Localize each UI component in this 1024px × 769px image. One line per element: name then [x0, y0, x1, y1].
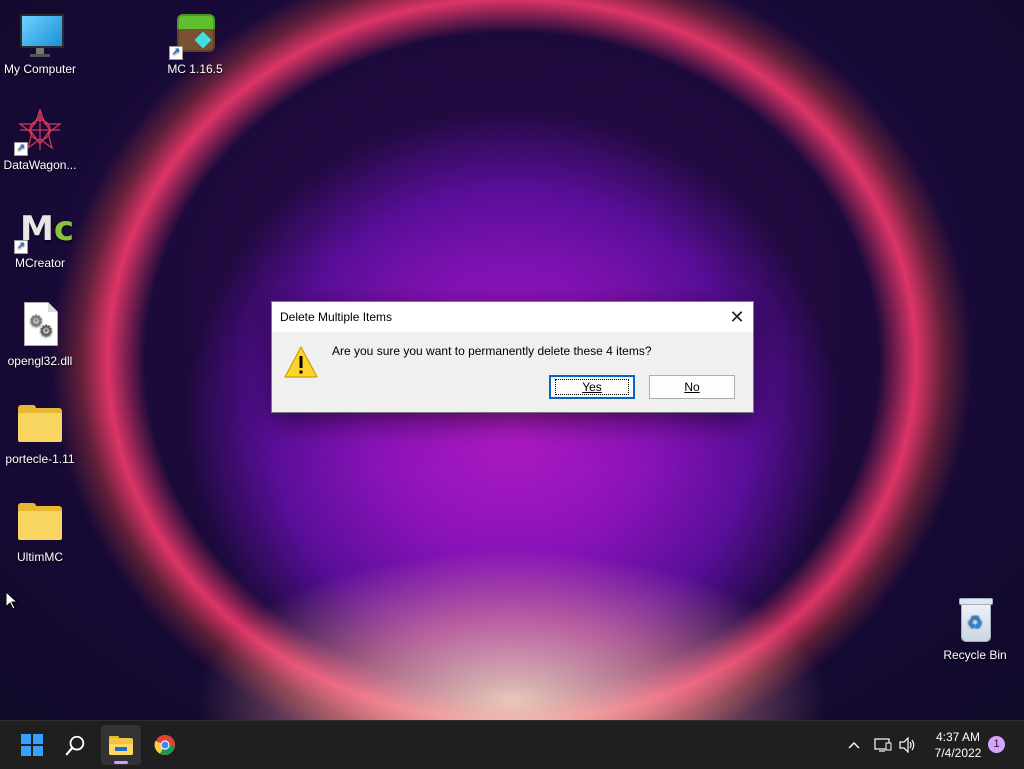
chrome-icon	[154, 734, 176, 756]
taskbar-app-chrome[interactable]	[145, 725, 185, 765]
desktop-icon-mcreator[interactable]: Mc ↗ MCreator	[0, 204, 80, 271]
desktop-icon-opengl32-dll[interactable]: ⚙ ⚙ opengl32.dll	[0, 302, 80, 369]
taskbar-app-file-explorer[interactable]	[101, 725, 141, 765]
dialog-title: Delete Multiple Items	[280, 310, 393, 324]
desktop-icon-datawagon[interactable]: ↗ DataWagon...	[0, 106, 80, 173]
mouse-cursor-icon	[6, 592, 18, 610]
volume-icon[interactable]	[899, 737, 917, 753]
desktop-icon-label: Recycle Bin	[943, 648, 1007, 662]
desktop-icon-my-computer[interactable]: My Computer	[0, 10, 80, 77]
system-clock[interactable]: 4:37 AM 7/4/2022	[924, 729, 992, 761]
dll-file-icon: ⚙ ⚙	[16, 302, 64, 350]
desktop-icon-label: portecle-1.11	[5, 452, 75, 466]
start-button[interactable]	[12, 725, 52, 765]
yes-button[interactable]: Yes	[549, 375, 635, 399]
minecraft-icon: ↗	[169, 10, 219, 60]
active-app-indicator	[114, 761, 128, 764]
dialog-titlebar[interactable]: Delete Multiple Items ✕	[272, 302, 753, 332]
desktop-icon-ultimmc[interactable]: UltimMC	[0, 498, 80, 565]
no-button[interactable]: No	[649, 375, 735, 399]
yes-button-label: Yes	[555, 379, 629, 395]
close-icon[interactable]: ✕	[721, 302, 753, 332]
dialog-message: Are you sure you want to permanently del…	[332, 344, 652, 358]
warning-icon	[284, 346, 318, 378]
datawagon-icon: ↗	[14, 106, 64, 156]
shortcut-arrow-icon: ↗	[169, 46, 183, 60]
desktop-icon-mc-1-16-5[interactable]: ↗ MC 1.16.5	[155, 10, 235, 77]
clock-time: 4:37 AM	[935, 730, 981, 744]
shortcut-arrow-icon: ↗	[14, 240, 28, 254]
shortcut-arrow-icon: ↗	[14, 142, 28, 156]
search-icon	[65, 735, 85, 756]
network-icon[interactable]	[874, 737, 892, 753]
search-button[interactable]	[56, 725, 96, 765]
chevron-up-icon[interactable]	[848, 741, 860, 749]
windows-start-icon	[21, 734, 43, 756]
folder-icon	[16, 498, 64, 546]
recycle-bin-icon: ♻	[951, 596, 999, 644]
file-explorer-icon	[109, 736, 133, 755]
mcreator-icon: Mc ↗	[14, 204, 74, 254]
desktop-icon-label: MC 1.16.5	[167, 62, 223, 76]
taskbar: 4:37 AM 7/4/2022 1	[0, 720, 1024, 769]
desktop-icon-label: My Computer	[3, 62, 77, 76]
clock-date: 7/4/2022	[934, 746, 982, 760]
folder-icon	[16, 400, 64, 448]
notification-badge[interactable]: 1	[988, 736, 1005, 753]
desktop[interactable]: My Computer ↗ MC 1.16.5 ↗ DataWagon... M…	[0, 0, 1024, 720]
desktop-icon-label: DataWagon...	[3, 158, 77, 172]
desktop-icon-recycle-bin[interactable]: ♻ Recycle Bin	[935, 596, 1015, 663]
desktop-icon-label: opengl32.dll	[7, 354, 73, 368]
monitor-icon	[16, 10, 64, 58]
desktop-icon-label: MCreator	[14, 256, 65, 270]
no-button-label: No	[684, 380, 700, 394]
delete-confirmation-dialog: Delete Multiple Items ✕ Are you sure you…	[271, 301, 754, 413]
desktop-icon-portecle[interactable]: portecle-1.11	[0, 400, 80, 467]
desktop-icon-label: UltimMC	[17, 550, 63, 564]
